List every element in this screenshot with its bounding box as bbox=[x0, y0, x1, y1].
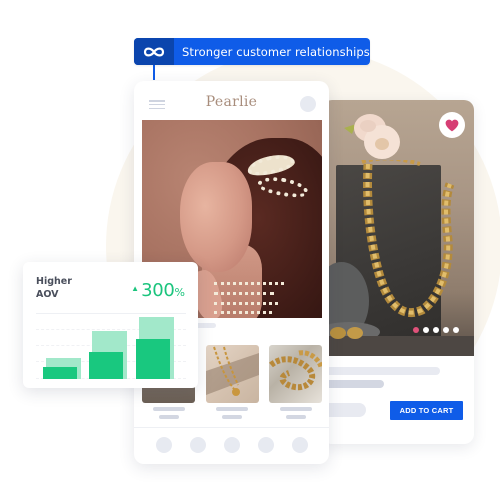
profile-avatar-icon[interactable] bbox=[300, 96, 316, 112]
bottom-nav bbox=[156, 437, 308, 453]
necklace-illustration bbox=[205, 346, 259, 396]
chain-illustration bbox=[269, 350, 322, 391]
grid-line bbox=[36, 313, 186, 314]
aov-unit: % bbox=[174, 286, 185, 299]
product-title-placeholder bbox=[322, 367, 440, 375]
carousel-indicator bbox=[413, 327, 459, 333]
add-to-cart-button[interactable]: ADD TO CART bbox=[390, 401, 463, 420]
thumb-price-placeholder bbox=[285, 415, 306, 419]
feature-badge: Stronger customer relationships bbox=[134, 38, 370, 65]
nav-item[interactable] bbox=[292, 437, 308, 453]
aov-value: 300 bbox=[141, 280, 175, 301]
bar-base-1 bbox=[43, 367, 77, 379]
carousel-dot[interactable] bbox=[423, 327, 429, 333]
face-shape bbox=[180, 162, 252, 272]
thumbnail-necklace[interactable] bbox=[205, 345, 259, 403]
nav-item[interactable] bbox=[224, 437, 240, 453]
thumb-price-placeholder bbox=[222, 415, 242, 419]
badge-connector-line bbox=[153, 65, 155, 80]
badge-label: Stronger customer relationships bbox=[182, 44, 370, 59]
thumbnail-labels bbox=[142, 407, 322, 419]
heart-icon bbox=[445, 119, 459, 131]
product-card[interactable]: ADD TO CART bbox=[322, 100, 474, 444]
thumbnail-chain[interactable] bbox=[269, 345, 322, 403]
nav-item[interactable] bbox=[190, 437, 206, 453]
pearl-necklace bbox=[214, 311, 272, 315]
bar-base-2 bbox=[89, 351, 123, 379]
bottom-nav-divider bbox=[134, 427, 329, 428]
thumb-title-placeholder bbox=[152, 407, 185, 411]
phone-header: Pearlie bbox=[134, 81, 329, 117]
thumb-title-placeholder bbox=[279, 407, 312, 411]
up-arrow-icon: ▲ bbox=[131, 284, 140, 293]
flower-illustration bbox=[344, 114, 400, 159]
pearl-necklace bbox=[214, 302, 278, 306]
pearl-necklace bbox=[214, 282, 284, 286]
thumb-title-placeholder bbox=[216, 407, 248, 411]
thumb-price-placeholder bbox=[158, 415, 179, 419]
carousel-dot-active[interactable] bbox=[413, 327, 419, 333]
carousel-dot[interactable] bbox=[443, 327, 449, 333]
gold-chain-illustration bbox=[361, 160, 455, 317]
aov-title: Higher AOV bbox=[36, 275, 72, 301]
product-photo[interactable] bbox=[322, 100, 474, 356]
aov-bar-chart bbox=[36, 313, 186, 379]
favorite-button[interactable] bbox=[439, 112, 465, 138]
nav-item[interactable] bbox=[258, 437, 274, 453]
aov-title-line2: AOV bbox=[36, 289, 59, 300]
aov-stat: ▲ 300 % bbox=[131, 280, 185, 301]
carousel-dot[interactable] bbox=[453, 327, 459, 333]
gold-earrings-illustration bbox=[330, 327, 363, 339]
aov-title-line1: Higher bbox=[36, 276, 72, 287]
bar-base-3 bbox=[136, 338, 170, 379]
carousel-dot[interactable] bbox=[433, 327, 439, 333]
infinity-icon bbox=[134, 38, 174, 65]
product-subtitle-placeholder bbox=[322, 380, 384, 388]
pearl-necklace bbox=[214, 292, 274, 296]
nav-item[interactable] bbox=[156, 437, 172, 453]
aov-card: Higher AOV ▲ 300 % bbox=[23, 262, 198, 388]
